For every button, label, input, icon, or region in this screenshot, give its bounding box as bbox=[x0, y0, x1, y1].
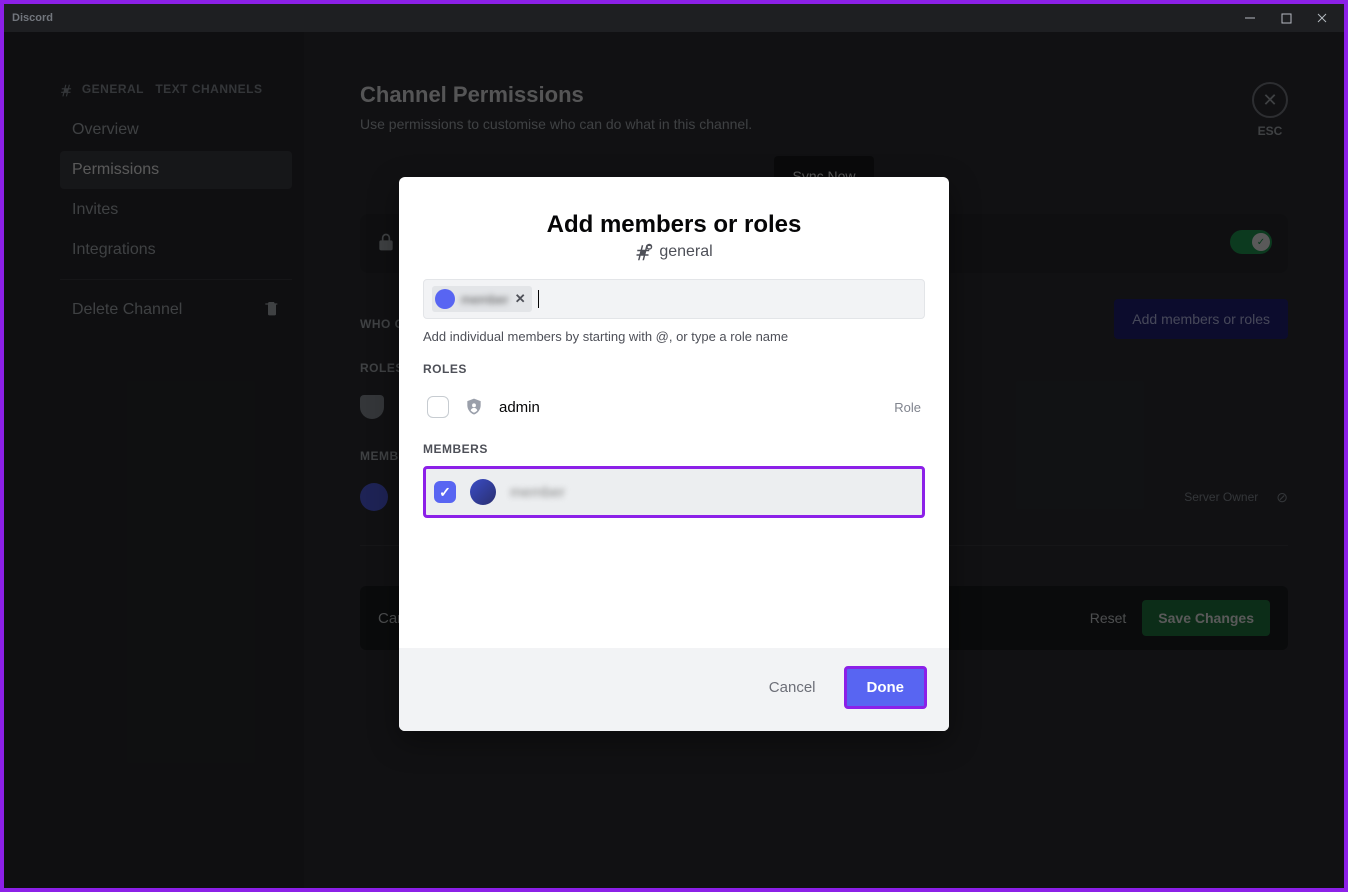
add-members-modal: Add members or roles general member ✕ bbox=[399, 177, 949, 731]
avatar bbox=[470, 479, 496, 505]
modal-overlay: Add members or roles general member ✕ bbox=[4, 32, 1344, 888]
member-name: member bbox=[510, 484, 565, 501]
search-input[interactable] bbox=[538, 290, 916, 308]
modal-channel-name: general bbox=[659, 243, 712, 261]
hash-lock-icon bbox=[635, 243, 653, 261]
checkbox-checked[interactable]: ✓ bbox=[434, 481, 456, 503]
modal-channel-row: general bbox=[423, 243, 925, 261]
avatar bbox=[435, 289, 455, 309]
titlebar: Discord bbox=[4, 4, 1344, 32]
app-name: Discord bbox=[12, 12, 53, 24]
done-button[interactable]: Done bbox=[844, 666, 928, 709]
maximize-button[interactable] bbox=[1272, 7, 1300, 29]
checkbox[interactable] bbox=[427, 396, 449, 418]
role-meta: Role bbox=[894, 400, 921, 415]
search-box[interactable]: member ✕ bbox=[423, 279, 925, 319]
role-option-admin[interactable]: admin Role bbox=[423, 386, 925, 428]
cancel-button[interactable]: Cancel bbox=[769, 679, 816, 696]
remove-chip-icon[interactable]: ✕ bbox=[515, 291, 526, 307]
shield-icon bbox=[463, 396, 485, 418]
role-name: admin bbox=[499, 399, 540, 416]
modal-roles-label: ROLES bbox=[423, 362, 925, 376]
member-option[interactable]: ✓ member bbox=[423, 466, 925, 518]
window-controls bbox=[1236, 7, 1336, 29]
modal-members-label: MEMBERS bbox=[423, 442, 925, 456]
search-hint: Add individual members by starting with … bbox=[423, 329, 925, 344]
close-window-button[interactable] bbox=[1308, 7, 1336, 29]
modal-title: Add members or roles bbox=[423, 211, 925, 239]
minimize-button[interactable] bbox=[1236, 7, 1264, 29]
selected-chip: member ✕ bbox=[432, 286, 532, 312]
modal-footer: Cancel Done bbox=[399, 648, 949, 731]
chip-name: member bbox=[461, 292, 509, 307]
